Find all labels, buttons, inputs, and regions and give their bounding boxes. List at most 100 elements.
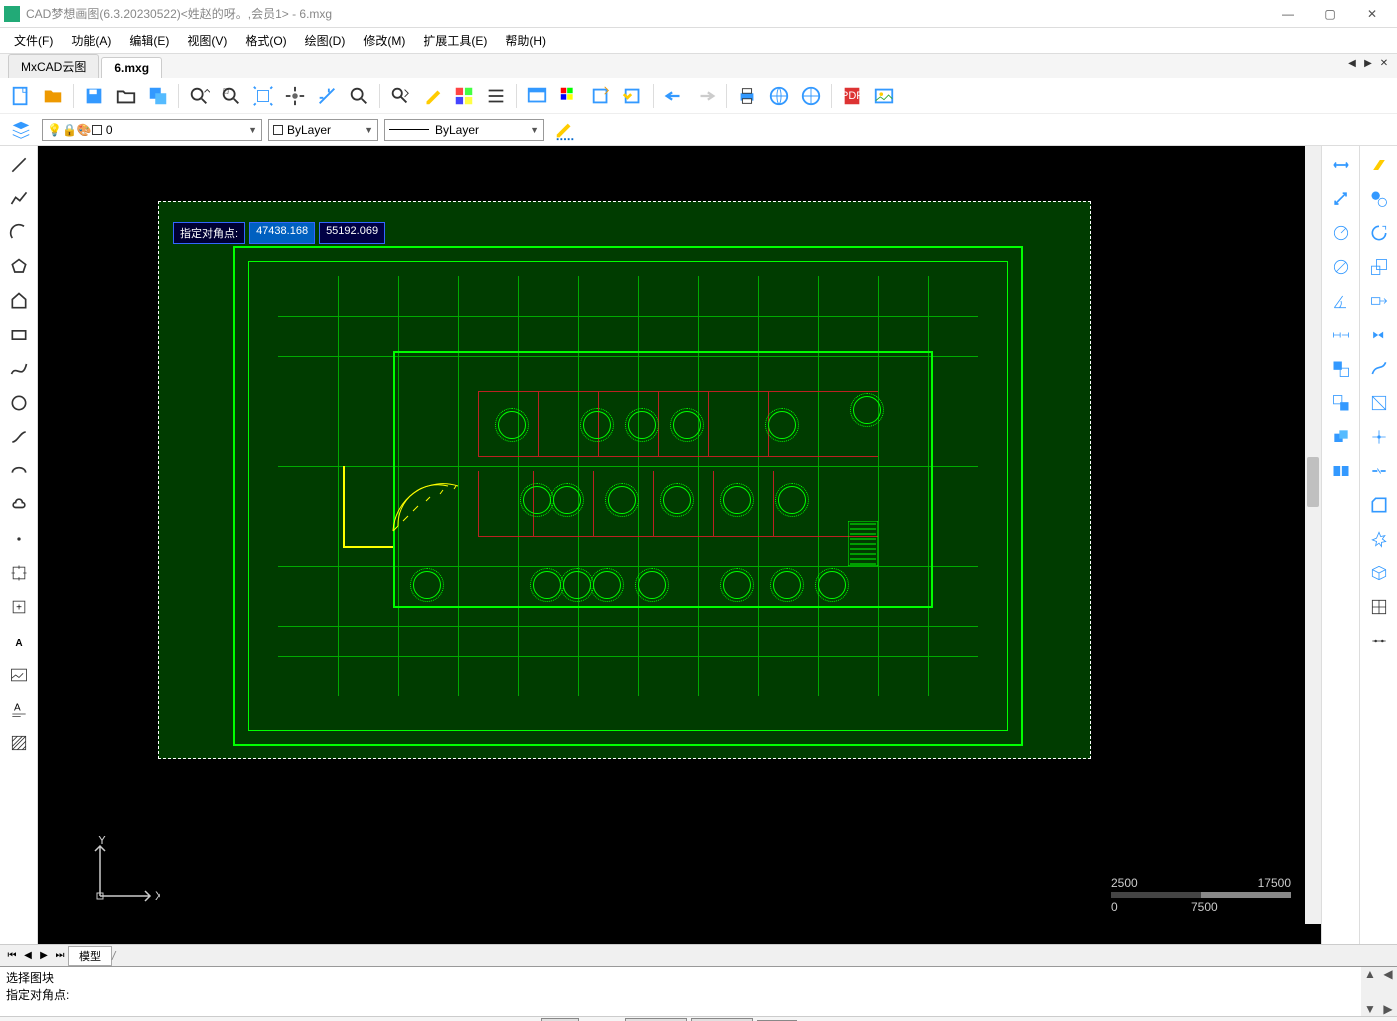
globe-button[interactable] bbox=[796, 81, 826, 111]
color-grid-button[interactable] bbox=[449, 81, 479, 111]
curve-tool[interactable] bbox=[4, 422, 34, 452]
break-tool[interactable] bbox=[1364, 456, 1394, 486]
menu-function[interactable]: 功能(A) bbox=[63, 29, 119, 52]
redo-button[interactable] bbox=[691, 81, 721, 111]
mtext-tool[interactable]: A bbox=[4, 694, 34, 724]
circle-tool[interactable] bbox=[4, 388, 34, 418]
tab-last-icon[interactable]: ⏭ bbox=[52, 950, 68, 961]
tab-mxcad-cloud[interactable]: MxCAD云图 bbox=[8, 54, 99, 78]
3d-tool[interactable] bbox=[1364, 558, 1394, 588]
find-button[interactable] bbox=[385, 81, 415, 111]
print-button[interactable] bbox=[732, 81, 762, 111]
extend-tool[interactable] bbox=[1364, 388, 1394, 418]
close-button[interactable]: ✕ bbox=[1351, 1, 1393, 27]
block-create-tool[interactable]: + bbox=[4, 592, 34, 622]
pan-button[interactable] bbox=[280, 81, 310, 111]
marker-button[interactable] bbox=[550, 115, 580, 145]
save-as-button[interactable] bbox=[143, 81, 173, 111]
maximize-button[interactable]: ▢ bbox=[1309, 1, 1351, 27]
dim-diameter-tool[interactable] bbox=[1326, 252, 1356, 282]
scale-tool[interactable] bbox=[1364, 252, 1394, 282]
rotate-tool[interactable] bbox=[1364, 218, 1394, 248]
text-tool[interactable]: A bbox=[4, 626, 34, 656]
tab-close-icon[interactable]: ✕ bbox=[1377, 56, 1391, 70]
orbit-button[interactable] bbox=[312, 81, 342, 111]
dim-linear-tool[interactable] bbox=[1326, 150, 1356, 180]
drawing-canvas[interactable]: 指定对角点: 47438.168 55192.069 X Y 2500 1750… bbox=[38, 146, 1321, 944]
window-button[interactable] bbox=[522, 81, 552, 111]
arc-tool[interactable] bbox=[4, 218, 34, 248]
menu-file[interactable]: 文件(F) bbox=[6, 29, 61, 52]
copy-tool[interactable] bbox=[1326, 388, 1356, 418]
fillet-tool[interactable] bbox=[1364, 422, 1394, 452]
color-palette-button[interactable] bbox=[554, 81, 584, 111]
hatch-tool[interactable] bbox=[4, 728, 34, 758]
menu-view[interactable]: 视图(V) bbox=[179, 29, 235, 52]
dim-aligned-tool[interactable] bbox=[1326, 184, 1356, 214]
open-folder-button[interactable] bbox=[111, 81, 141, 111]
dim-continue-tool[interactable] bbox=[1326, 320, 1356, 350]
menu-edit[interactable]: 编辑(E) bbox=[121, 29, 177, 52]
tab-prev-icon[interactable]: ◀ bbox=[1345, 56, 1359, 70]
tab-prev-icon[interactable]: ◀ bbox=[20, 950, 36, 961]
tab-next-icon[interactable]: ▶ bbox=[36, 950, 52, 961]
menu-draw[interactable]: 绘图(D) bbox=[297, 29, 354, 52]
pdf-button[interactable]: PDF bbox=[837, 81, 867, 111]
image-button[interactable] bbox=[869, 81, 899, 111]
pentagon-tool[interactable] bbox=[4, 286, 34, 316]
vertical-scrollbar[interactable] bbox=[1305, 146, 1321, 924]
mirror-tool[interactable] bbox=[1364, 320, 1394, 350]
zoom-previous-button[interactable] bbox=[344, 81, 374, 111]
polyline-tool[interactable] bbox=[4, 184, 34, 214]
lineweight-combo[interactable]: ByLayer ▼ bbox=[384, 119, 544, 141]
menu-format[interactable]: 格式(O) bbox=[237, 29, 294, 52]
revision-cloud-tool[interactable] bbox=[4, 490, 34, 520]
linetype-combo[interactable]: ByLayer ▼ bbox=[268, 119, 378, 141]
zoom-window-button[interactable] bbox=[216, 81, 246, 111]
chamfer-tool[interactable] bbox=[1364, 490, 1394, 520]
layer-manager-button[interactable] bbox=[6, 115, 36, 145]
erase-tool[interactable] bbox=[1364, 150, 1394, 180]
move-tool[interactable] bbox=[1326, 354, 1356, 384]
tab-next-icon[interactable]: ▶ bbox=[1361, 56, 1375, 70]
ellipse-arc-tool[interactable] bbox=[4, 456, 34, 486]
model-tab[interactable]: 模型 bbox=[68, 946, 112, 966]
menu-modify[interactable]: 修改(M) bbox=[355, 29, 413, 52]
move-modify-tool[interactable] bbox=[1364, 184, 1394, 214]
command-line[interactable]: 选择图块 指定对角点: ▲▼ ◀▶ bbox=[0, 966, 1397, 1016]
stretch-tool[interactable] bbox=[1364, 286, 1394, 316]
zoom-extents-button[interactable] bbox=[248, 81, 278, 111]
minimize-button[interactable]: — bbox=[1267, 1, 1309, 27]
polygon-tool[interactable] bbox=[4, 252, 34, 282]
layer-combo[interactable]: 💡🔒🎨 0 ▼ bbox=[42, 119, 262, 141]
image-tool[interactable] bbox=[4, 660, 34, 690]
trim-tool[interactable] bbox=[1364, 354, 1394, 384]
grid-tool[interactable] bbox=[1364, 592, 1394, 622]
divide-tool[interactable] bbox=[1364, 626, 1394, 656]
offset-tool[interactable] bbox=[1326, 422, 1356, 452]
rectangle-tool[interactable] bbox=[4, 320, 34, 350]
line-tool[interactable] bbox=[4, 150, 34, 180]
open-file-button[interactable] bbox=[38, 81, 68, 111]
tab-6mxg[interactable]: 6.mxg bbox=[101, 57, 162, 78]
menu-tools[interactable]: 扩展工具(E) bbox=[415, 29, 495, 52]
block-insert-tool[interactable] bbox=[4, 558, 34, 588]
web-button[interactable] bbox=[764, 81, 794, 111]
explode-tool[interactable] bbox=[1364, 524, 1394, 554]
highlight-button[interactable] bbox=[417, 81, 447, 111]
zoom-realtime-button[interactable] bbox=[184, 81, 214, 111]
import-button[interactable] bbox=[618, 81, 648, 111]
new-file-button[interactable] bbox=[6, 81, 36, 111]
export-button[interactable] bbox=[586, 81, 616, 111]
menu-help[interactable]: 帮助(H) bbox=[497, 29, 554, 52]
spline-tool[interactable] bbox=[4, 354, 34, 384]
tab-first-icon[interactable]: ⏮ bbox=[4, 950, 20, 961]
command-nav[interactable]: ◀▶ bbox=[1379, 967, 1397, 1016]
save-button[interactable] bbox=[79, 81, 109, 111]
command-scrollbar[interactable]: ▲▼ bbox=[1361, 967, 1379, 1016]
dim-radius-tool[interactable] bbox=[1326, 218, 1356, 248]
dim-angular-tool[interactable] bbox=[1326, 286, 1356, 316]
point-tool[interactable] bbox=[4, 524, 34, 554]
list-button[interactable] bbox=[481, 81, 511, 111]
undo-button[interactable] bbox=[659, 81, 689, 111]
